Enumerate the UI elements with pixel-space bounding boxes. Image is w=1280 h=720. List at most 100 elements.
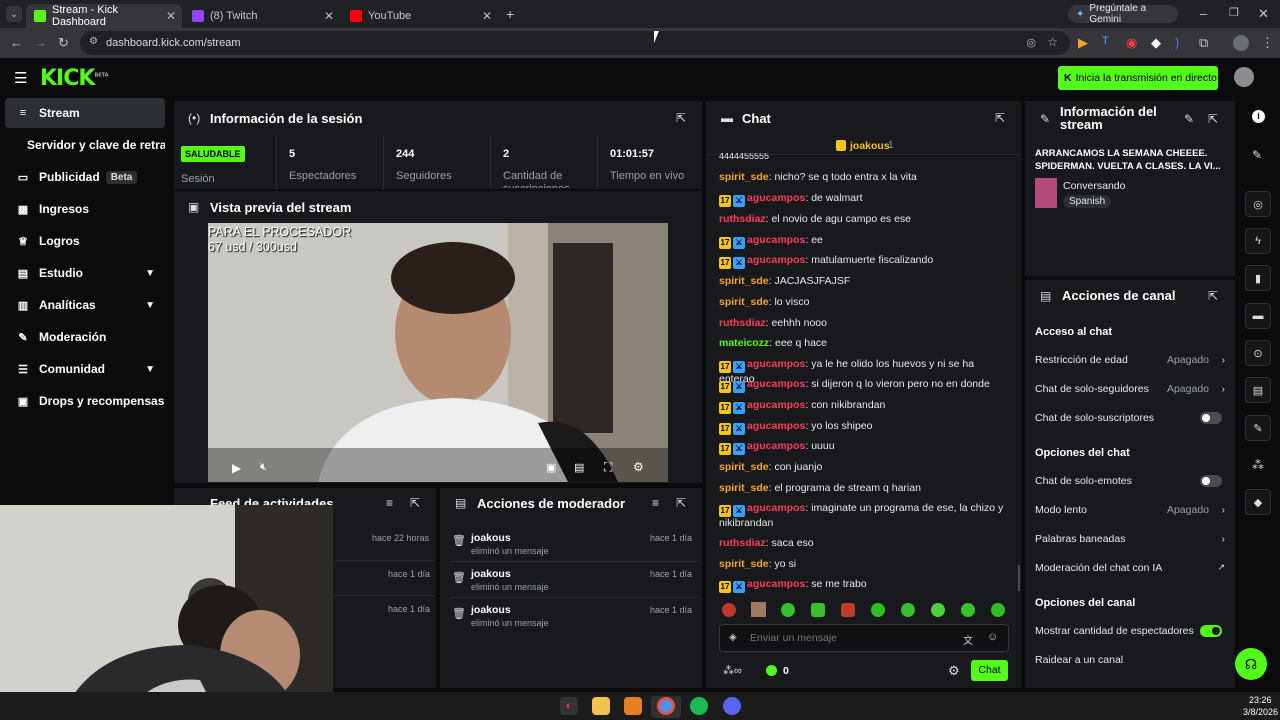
close-tab-icon[interactable]: ✕	[482, 9, 492, 23]
tab-search-button[interactable]: ⌄	[6, 6, 22, 22]
chat-username[interactable]: agucampos	[747, 440, 805, 452]
followers-only-row[interactable]: Chat de solo-seguidores Apagado ›	[1035, 383, 1225, 395]
rail-users-icon[interactable]: ⁂	[1252, 458, 1264, 472]
chat-username[interactable]: spirit_sde	[719, 482, 769, 494]
minimize-icon[interactable]: –	[1200, 6, 1207, 21]
pip-icon[interactable]: ▣	[546, 461, 556, 474]
emote-green-icon[interactable]	[781, 603, 795, 617]
popout-icon[interactable]: ⇱	[995, 111, 1005, 125]
help-support-button[interactable]: ☊	[1235, 648, 1267, 680]
rail-diamond-icon[interactable]: ◆	[1245, 489, 1271, 515]
emote-face-icon[interactable]	[751, 602, 766, 617]
popout-icon[interactable]: ⇱	[676, 111, 686, 125]
restore-icon[interactable]: ❐	[1229, 6, 1239, 19]
mod-user[interactable]: joakous	[471, 532, 511, 544]
emote-red-icon[interactable]	[722, 603, 736, 617]
taskbar-folder-icon[interactable]	[592, 697, 610, 715]
sidebar-item-publicidad[interactable]: ▭ Publicidad Beta	[5, 162, 165, 192]
translate-icon[interactable]: 文	[963, 632, 973, 647]
hamburger-menu-icon[interactable]: ☰	[14, 69, 27, 87]
chat-message-input[interactable]	[750, 630, 950, 646]
emote-green-icon[interactable]	[991, 603, 1005, 617]
browser-menu-icon[interactable]: ⋮	[1261, 35, 1274, 51]
chat-username[interactable]: mateicozz	[719, 337, 769, 349]
new-tab-plus-icon[interactable]: +	[506, 6, 514, 22]
play-icon[interactable]: ▶	[232, 461, 241, 475]
edit-pencil-icon[interactable]: ✎	[1184, 112, 1194, 126]
theater-mode-icon[interactable]: ▤	[574, 461, 584, 474]
emote-green-icon[interactable]	[871, 603, 885, 617]
extension-translate-icon[interactable]: T	[1102, 35, 1109, 47]
go-live-button[interactable]: K Inicia la transmisión en directo	[1058, 66, 1218, 90]
sidebar-item-logros[interactable]: ♕ Logros	[5, 226, 165, 256]
mute-icon[interactable]: 🔇︎	[260, 461, 267, 474]
rail-camera-icon[interactable]: ◎	[1245, 191, 1271, 217]
bookmark-star-icon[interactable]: ☆	[1047, 35, 1058, 49]
stream-video[interactable]: PARA EL PROCESADOR 67 usd / 300usd ▶ 🔇︎ …	[208, 223, 668, 482]
sidebar-item-drops[interactable]: ▣ Drops y recompensas	[5, 386, 165, 416]
emoji-picker-icon[interactable]: ☺	[987, 631, 998, 643]
popout-icon[interactable]: ⇱	[1208, 112, 1218, 126]
chat-username[interactable]: agucampos	[747, 502, 805, 514]
emote-green-icon[interactable]	[931, 603, 945, 617]
banned-words-row[interactable]: Palabras baneadas ›	[1035, 533, 1225, 545]
taskbar-app-icon[interactable]: ◐	[560, 697, 578, 715]
extension-play-icon[interactable]: ▶	[1078, 35, 1088, 51]
rail-wrench-icon[interactable]: ✎	[1245, 415, 1271, 441]
chat-input-box[interactable]: ◈ 文 ☺	[719, 624, 1009, 652]
back-arrow-icon[interactable]: ←	[10, 35, 23, 50]
chat-settings-gear-icon[interactable]: ⚙	[948, 663, 960, 679]
chat-username[interactable]: agucampos	[747, 578, 805, 590]
extensions-puzzle-icon[interactable]: ⧉	[1199, 35, 1208, 51]
chat-username[interactable]: agucampos	[747, 378, 805, 390]
chat-username[interactable]: spirit_sde	[719, 275, 769, 287]
chat-username[interactable]: spirit_sde	[719, 171, 769, 183]
chat-username[interactable]: agucampos	[747, 399, 805, 411]
rail-chat-icon[interactable]: ▬	[1245, 303, 1271, 329]
filter-icon[interactable]: ≡	[386, 496, 393, 510]
site-info-icon[interactable]: ⚙	[89, 36, 98, 47]
category-name[interactable]: Conversando	[1063, 180, 1125, 192]
sidebar-item-stream[interactable]: ≡ Stream	[5, 98, 165, 128]
user-avatar[interactable]	[1234, 67, 1254, 87]
forward-arrow-icon[interactable]: →	[34, 35, 47, 50]
chat-username[interactable]: spirit_sde	[719, 558, 769, 570]
popout-icon[interactable]: ⇱	[676, 496, 686, 510]
video-settings-gear-icon[interactable]: ⚙	[633, 460, 644, 474]
info-icon[interactable]: i	[1252, 110, 1265, 123]
chat-username[interactable]: spirit_sde	[719, 461, 769, 473]
raid-channel-row[interactable]: Raidear a un canal	[1035, 654, 1225, 666]
close-tab-icon[interactable]: ✕	[166, 9, 176, 23]
chat-username[interactable]: ruthsdiaz	[719, 213, 766, 225]
slow-mode-row[interactable]: Modo lento Apagado ›	[1035, 504, 1225, 516]
pinned-user[interactable]: joakous	[850, 140, 890, 152]
subs-only-toggle[interactable]	[1200, 412, 1222, 424]
gemini-button[interactable]: ✦ Pregúntale a Gemini	[1068, 3, 1178, 25]
sidebar-item-server-key[interactable]: Servidor y clave de retransmisión	[5, 130, 165, 160]
chat-username[interactable]: agucampos	[747, 254, 805, 266]
filter-icon[interactable]: ≡	[652, 496, 659, 510]
profile-avatar[interactable]	[1233, 35, 1249, 51]
rail-document-icon[interactable]: ▮	[1245, 265, 1271, 291]
chat-username[interactable]: agucampos	[747, 358, 805, 370]
popout-icon[interactable]: ⇱	[410, 496, 420, 510]
rail-lightning-icon[interactable]: ϟ	[1245, 228, 1271, 254]
mod-user[interactable]: joakous	[471, 568, 511, 580]
scrollbar[interactable]	[1018, 565, 1020, 591]
popout-icon[interactable]: ⇱	[1208, 289, 1218, 303]
edit-layout-pencil-icon[interactable]: ✎	[1252, 148, 1262, 162]
fullscreen-icon[interactable]: ⛶	[604, 460, 612, 475]
sidebar-item-ingresos[interactable]: ▦ Ingresos	[5, 194, 165, 224]
show-viewers-toggle[interactable]	[1200, 625, 1222, 637]
rail-list-icon[interactable]: ▤	[1245, 377, 1271, 403]
tab-kick-dashboard[interactable]: Stream - Kick Dashboard ✕	[26, 4, 182, 28]
emotes-only-toggle[interactable]	[1200, 475, 1222, 487]
sidebar-item-comunidad[interactable]: ☰ Comunidad ▼	[5, 354, 165, 384]
chat-send-button[interactable]: Chat	[971, 660, 1008, 681]
emote-green-icon[interactable]	[901, 603, 915, 617]
emote-green-icon[interactable]	[961, 603, 975, 617]
reload-icon[interactable]: ↻	[58, 35, 69, 51]
ai-moderation-row[interactable]: Moderación del chat con IA ↗	[1035, 562, 1225, 574]
sidebar-item-moderacion[interactable]: ✎ Moderación	[5, 322, 165, 352]
eye-off-icon[interactable]: ◎	[1026, 36, 1036, 49]
